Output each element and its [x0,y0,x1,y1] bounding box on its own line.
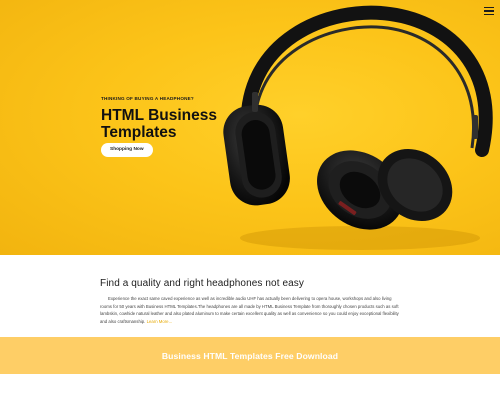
hero-text-block: THINKING OF BUYING A HEADPHONE? HTML Bus… [101,96,261,157]
download-band-label[interactable]: Business HTML Templates Free Download [162,351,338,361]
download-band[interactable]: Business HTML Templates Free Download [0,337,500,374]
learn-more-link[interactable]: Learn More... [147,319,173,324]
section-heading: Find a quality and right headphones not … [100,278,304,289]
intro-section: Find a quality and right headphones not … [0,255,500,337]
section-body: Experience the exact same caved experien… [100,295,402,325]
hero-eyebrow: THINKING OF BUYING A HEADPHONE? [101,96,194,101]
hero-title: HTML Business Templates [101,107,217,141]
menu-bar [484,10,494,12]
section-body-text: Experience the exact same caved experien… [100,296,399,324]
hero-banner: THINKING OF BUYING A HEADPHONE? HTML Bus… [0,0,500,255]
footer-strip [0,374,500,400]
menu-bar [484,7,494,9]
menu-bar [484,13,494,15]
shopping-now-button[interactable]: Shopping Now [101,143,153,157]
hamburger-menu-icon[interactable] [484,7,494,15]
